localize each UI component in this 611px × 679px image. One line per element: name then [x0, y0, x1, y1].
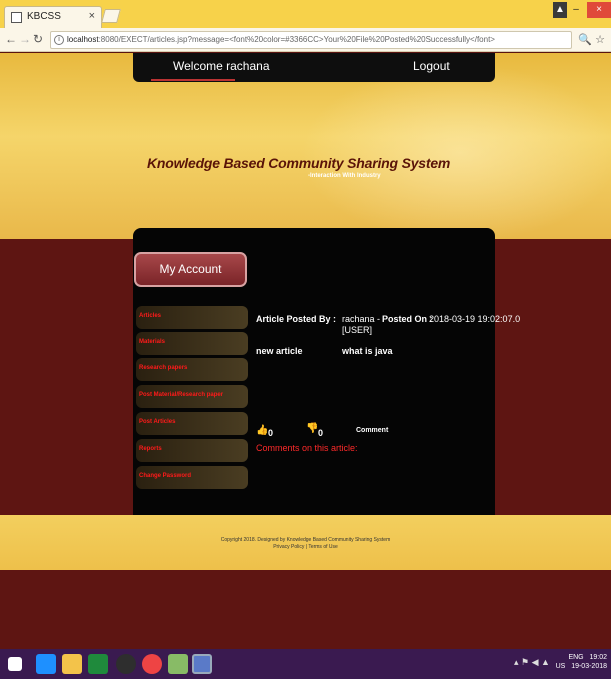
url-path: :8080/EXECT/articles.jsp?message=<font%2… — [98, 35, 495, 44]
sidebar-item-research-papers[interactable]: Research papers — [136, 358, 248, 381]
sidebar-item-reports[interactable]: Reports — [136, 439, 248, 462]
site-info-icon[interactable]: i — [54, 35, 64, 45]
sidebar-item-materials[interactable]: Materials — [136, 332, 248, 355]
url-input[interactable]: i localhost:8080/EXECT/articles.jsp?mess… — [50, 31, 572, 49]
word-document-icon[interactable] — [192, 654, 212, 674]
my-account-button[interactable]: My Account — [134, 252, 247, 287]
posted-by-value: rachana - — [342, 314, 381, 324]
window-close-icon[interactable]: × — [587, 2, 611, 18]
system-tray-icons[interactable]: ▴ ⚑ ◀ ▲ — [514, 657, 550, 668]
app-icon[interactable] — [168, 654, 188, 674]
sidebar-item-change-password[interactable]: Change Password — [136, 466, 248, 489]
site-title: Knowledge Based Community Sharing System — [147, 155, 451, 171]
tray-clock[interactable]: ENG 19:02 US 19-03-2018 — [556, 653, 607, 671]
sidebar-item-post-articles[interactable]: Post Articles — [136, 412, 248, 435]
logout-link[interactable]: Logout — [413, 59, 450, 73]
address-bar: ← → ↻ i localhost:8080/EXECT/articles.js… — [0, 28, 611, 52]
media-player-icon[interactable] — [116, 654, 136, 674]
thumbs-up-icon[interactable]: 👍 — [256, 425, 268, 436]
footer-links[interactable]: Privacy Policy | Terms of Use — [0, 544, 611, 550]
tab-title: KBCSS — [27, 11, 61, 22]
comment-link[interactable]: Comment — [356, 427, 388, 434]
top-menu: Welcome rachana Logout — [133, 53, 495, 82]
chrome-icon[interactable] — [142, 654, 162, 674]
like-count: 0 — [268, 428, 274, 438]
excel-icon[interactable] — [88, 654, 108, 674]
reload-icon[interactable]: ↻ — [33, 32, 43, 46]
active-menu-underline — [151, 79, 235, 81]
internet-explorer-icon[interactable] — [36, 654, 56, 674]
footer-copyright: Copyright 2018. Designed by Knowledge Ba… — [220, 537, 391, 543]
site-tagline: -Interaction With Industry — [308, 173, 381, 179]
posted-on-value: 2018-03-19 19:02:07.0 — [429, 314, 521, 324]
dislike-count: 0 — [318, 428, 324, 438]
comments-heading: Comments on this article: — [256, 443, 358, 453]
windows-start-icon[interactable] — [8, 657, 22, 671]
article-body: what is java — [342, 346, 393, 356]
minimize-icon[interactable]: – — [567, 2, 585, 18]
file-explorer-icon[interactable] — [62, 654, 82, 674]
tab-close-icon[interactable]: × — [89, 10, 95, 22]
sidebar-item-articles[interactable]: Articles — [136, 306, 248, 329]
back-arrow-icon[interactable]: ← — [5, 32, 17, 46]
browser-tab[interactable]: KBCSS × — [4, 6, 102, 28]
new-tab-button[interactable] — [101, 9, 121, 23]
posted-by-role: [USER] — [342, 325, 373, 335]
page-favicon-icon — [11, 12, 22, 23]
browser-tab-bar: KBCSS × ▲ – × — [0, 0, 611, 28]
zoom-bookmark-icons[interactable]: 🔍 ☆ — [578, 33, 605, 46]
posted-on-label: Posted On : — [382, 314, 433, 324]
welcome-link[interactable]: Welcome rachana — [173, 59, 270, 73]
article-title: new article — [256, 346, 303, 356]
thumbs-down-icon[interactable]: 👎 — [306, 423, 318, 434]
posted-by-label: Article Posted By : — [256, 314, 337, 324]
windows-taskbar: ▴ ⚑ ◀ ▲ ENG 19:02 US 19-03-2018 — [0, 649, 611, 679]
sidebar-item-post-material[interactable]: Post Material/Research paper — [136, 385, 248, 408]
forward-arrow-icon[interactable]: → — [19, 32, 31, 46]
user-profile-icon[interactable]: ▲ — [553, 2, 567, 18]
page-bottom-background — [0, 570, 611, 649]
url-host: localhost — [67, 35, 99, 44]
